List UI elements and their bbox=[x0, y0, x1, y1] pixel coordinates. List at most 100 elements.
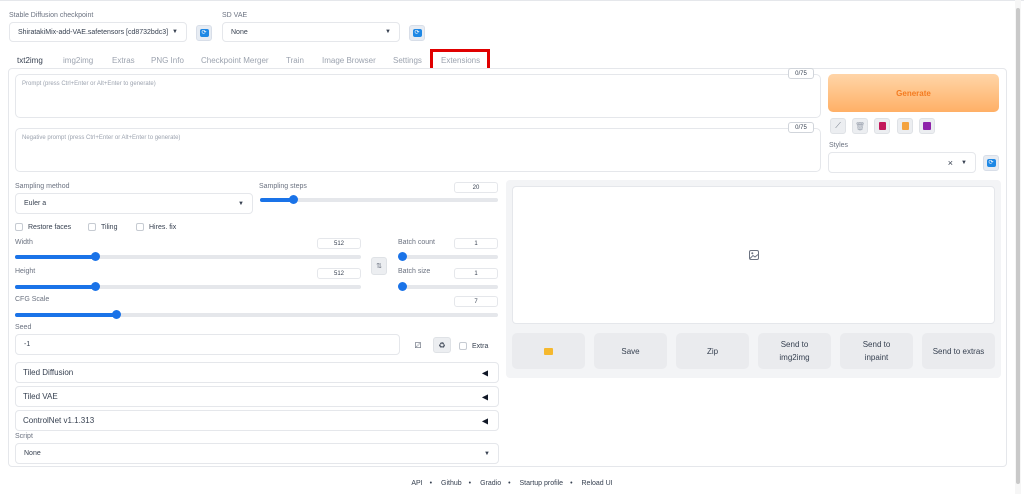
prompt-textarea[interactable]: Prompt (press Ctrl+Enter or Alt+Enter to… bbox=[15, 74, 821, 118]
checkpoint-label: Stable Diffusion checkpoint bbox=[9, 12, 94, 19]
checkbox-box[interactable] bbox=[459, 342, 467, 350]
slider-knob[interactable] bbox=[90, 282, 100, 291]
save-style-button[interactable] bbox=[919, 118, 935, 134]
hires-fix-checkbox[interactable]: Hires. fix bbox=[136, 223, 176, 231]
tab-png-info[interactable]: PNG Info bbox=[151, 56, 184, 65]
tab-image-browser[interactable]: Image Browser bbox=[322, 56, 376, 65]
accordion-title: Tiled Diffusion bbox=[23, 368, 74, 377]
random-seed-button[interactable]: ⚂ bbox=[408, 337, 428, 353]
styles-refresh-button[interactable]: ⟳ bbox=[983, 155, 999, 171]
slider-knob[interactable] bbox=[112, 310, 122, 319]
checkpoint-refresh-button[interactable]: ⟳ bbox=[196, 25, 212, 41]
refresh-icon: ⟳ bbox=[199, 29, 209, 37]
cfg-scale-slider[interactable] bbox=[15, 310, 498, 320]
tab-extras[interactable]: Extras bbox=[112, 56, 135, 65]
recycle-icon: ♻ bbox=[438, 340, 446, 350]
vae-refresh-button[interactable]: ⟳ bbox=[409, 25, 425, 41]
paint-brush-button[interactable]: ⟋ bbox=[830, 118, 846, 134]
tiled-vae-accordion[interactable]: Tiled VAE ◀ bbox=[15, 386, 499, 407]
height-slider[interactable] bbox=[15, 282, 361, 292]
reuse-seed-button[interactable]: ♻ bbox=[433, 337, 451, 353]
seed-extra-checkbox[interactable]: Extra bbox=[459, 342, 488, 350]
restore-faces-checkbox[interactable]: Restore faces bbox=[15, 223, 71, 231]
tab-txt2img[interactable]: txt2img bbox=[17, 56, 43, 65]
footer-link-api[interactable]: API bbox=[411, 480, 422, 487]
footer-links: API • Github • Gradio • Startup profile • Re… bbox=[0, 480, 1024, 487]
slider-fill bbox=[15, 285, 95, 289]
checkbox-box[interactable] bbox=[88, 223, 96, 231]
styles-label: Styles bbox=[829, 142, 849, 149]
chevron-down-icon: ▼ bbox=[385, 29, 391, 35]
open-folder-button[interactable] bbox=[512, 333, 585, 369]
styles-dropdown[interactable]: × ▼ bbox=[828, 152, 976, 173]
tiling-label: Tiling bbox=[101, 223, 118, 231]
chevron-down-icon: ▼ bbox=[484, 450, 490, 457]
batch-size-input[interactable]: 1 bbox=[454, 268, 498, 279]
send-to-img2img-button[interactable]: Send to img2img bbox=[758, 333, 831, 369]
tab-img2img[interactable]: img2img bbox=[63, 56, 93, 65]
checkpoint-value: ShiratakiMix-add-VAE.safetensors [cd8732… bbox=[18, 28, 169, 36]
checkbox-box[interactable] bbox=[15, 223, 23, 231]
vae-dropdown[interactable]: None ▼ bbox=[222, 22, 400, 42]
negative-prompt-textarea[interactable]: Negative prompt (press Ctrl+Enter or Alt… bbox=[15, 128, 821, 172]
footer-separator: • bbox=[429, 480, 433, 487]
tab-checkpoint-merger[interactable]: Checkpoint Merger bbox=[201, 56, 269, 65]
send-to-inpaint-button[interactable]: Send to inpaint bbox=[840, 333, 913, 369]
accordion-title: ControlNet v1.1.313 bbox=[23, 416, 95, 425]
clear-icon[interactable]: × bbox=[948, 158, 953, 168]
footer-link-startup-profile[interactable]: Startup profile bbox=[520, 480, 564, 487]
zip-button[interactable]: Zip bbox=[676, 333, 749, 369]
red-book-icon bbox=[878, 122, 886, 130]
tab-train[interactable]: Train bbox=[286, 56, 304, 65]
swap-dimensions-button[interactable]: ⇅ bbox=[371, 257, 387, 275]
checkbox-box[interactable] bbox=[136, 223, 144, 231]
tiling-checkbox[interactable]: Tiling bbox=[88, 223, 117, 231]
controlnet-accordion[interactable]: ControlNet v1.1.313 ◀ bbox=[15, 410, 499, 431]
footer-separator: • bbox=[570, 480, 573, 487]
cfg-scale-label: CFG Scale bbox=[15, 296, 50, 303]
negative-prompt-placeholder: Negative prompt (press Ctrl+Enter or Alt… bbox=[22, 135, 181, 141]
width-slider[interactable] bbox=[15, 252, 361, 262]
footer-link-github[interactable]: Github bbox=[441, 480, 462, 487]
sampling-method-value: Euler a bbox=[24, 200, 47, 207]
accordion-title: Tiled VAE bbox=[23, 392, 58, 401]
height-input[interactable]: 512 bbox=[317, 268, 361, 279]
slider-knob[interactable] bbox=[289, 195, 299, 204]
save-button[interactable]: Save bbox=[594, 333, 667, 369]
footer-link-gradio[interactable]: Gradio bbox=[480, 480, 501, 487]
extra-networks-button[interactable] bbox=[874, 118, 890, 134]
slider-knob[interactable] bbox=[398, 252, 407, 261]
send-to-extras-button[interactable]: Send to extras bbox=[922, 333, 995, 369]
batch-size-slider[interactable] bbox=[398, 282, 498, 292]
batch-count-input[interactable]: 1 bbox=[454, 238, 498, 249]
checkpoint-dropdown[interactable]: ShiratakiMix-add-VAE.safetensors [cd8732… bbox=[9, 22, 187, 42]
trash-button[interactable]: 🗑 bbox=[852, 118, 868, 134]
scrollbar-thumb[interactable] bbox=[1016, 8, 1020, 484]
script-value: None bbox=[24, 450, 41, 457]
output-gallery bbox=[512, 186, 995, 324]
batch-count-slider[interactable] bbox=[398, 252, 498, 262]
cfg-scale-input[interactable]: 7 bbox=[454, 296, 498, 307]
sampling-steps-slider[interactable] bbox=[260, 195, 498, 205]
generate-button[interactable]: Generate bbox=[828, 74, 999, 112]
footer-link-reload-ui[interactable]: Reload UI bbox=[582, 480, 613, 487]
slider-knob[interactable] bbox=[90, 252, 100, 261]
collapse-arrow-icon: ◀ bbox=[481, 416, 488, 425]
seed-input[interactable]: -1 bbox=[15, 334, 400, 355]
tiled-diffusion-accordion[interactable]: Tiled Diffusion ◀ bbox=[15, 362, 499, 383]
script-dropdown[interactable]: None ▼ bbox=[15, 443, 499, 464]
hires-fix-label: Hires. fix bbox=[149, 223, 177, 231]
tab-settings[interactable]: Settings bbox=[393, 56, 422, 65]
seed-label: Seed bbox=[15, 324, 32, 331]
width-input[interactable]: 512 bbox=[317, 238, 361, 249]
slider-fill bbox=[15, 255, 95, 259]
save-floppy-icon bbox=[923, 122, 931, 130]
page-scrollbar[interactable] bbox=[1015, 0, 1021, 494]
vae-label: SD VAE bbox=[222, 12, 248, 19]
sampling-steps-input[interactable]: 20 bbox=[454, 182, 498, 193]
apply-style-button[interactable] bbox=[897, 118, 913, 134]
sampling-method-dropdown[interactable]: Euler a ▼ bbox=[15, 193, 253, 214]
footer-separator: • bbox=[468, 480, 472, 487]
batch-size-label: Batch size bbox=[398, 268, 431, 275]
slider-knob[interactable] bbox=[398, 282, 407, 291]
